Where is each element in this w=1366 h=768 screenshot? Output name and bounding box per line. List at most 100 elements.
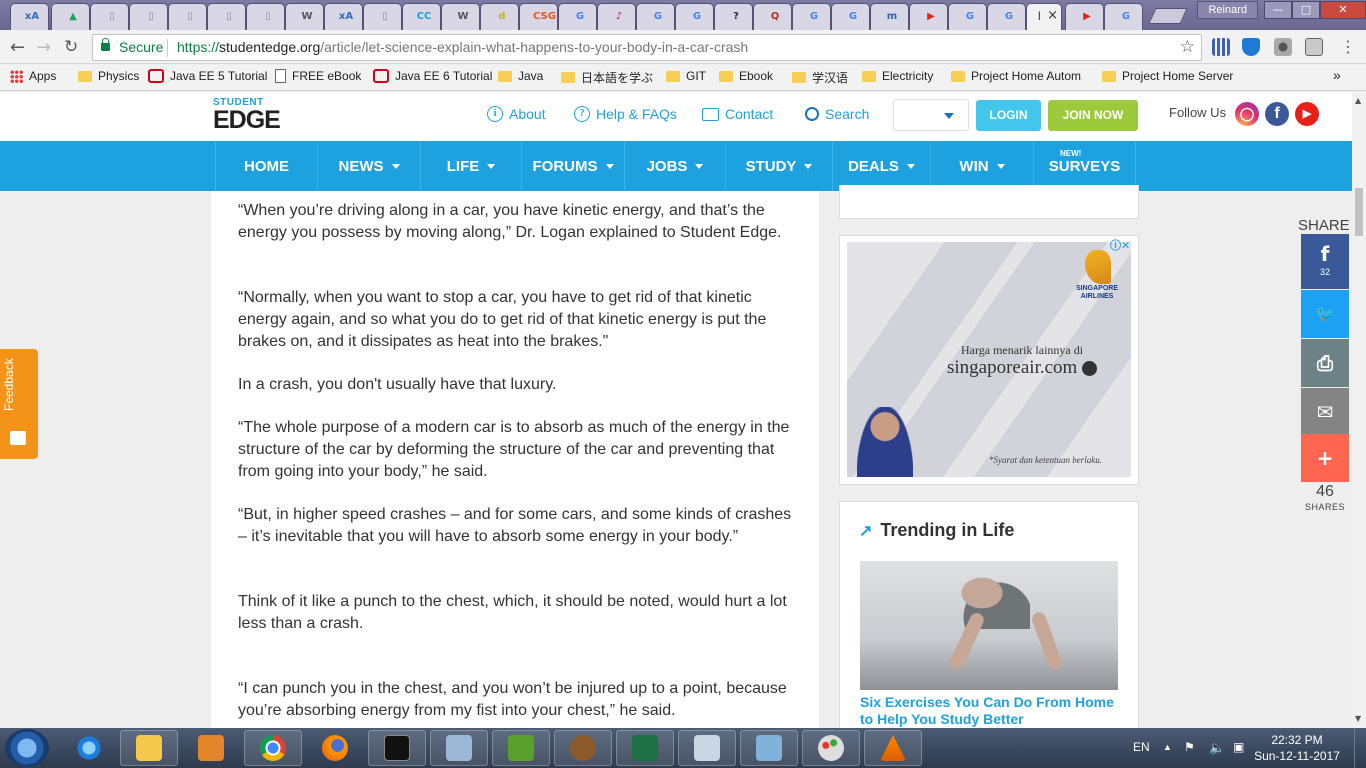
bookmark-item[interactable]: GIT — [666, 69, 706, 83]
browser-tab[interactable]: G — [675, 3, 714, 30]
browser-tab[interactable]: m — [870, 3, 909, 30]
taskbar-chrome[interactable] — [244, 730, 302, 766]
browser-tab[interactable]: W — [285, 3, 324, 30]
browser-tab[interactable]: ▲ — [51, 3, 90, 30]
show-hidden-icons[interactable]: ▲ — [1163, 742, 1172, 752]
contact-link[interactable]: Contact — [702, 106, 773, 122]
youtube-icon[interactable]: ▶ — [1295, 102, 1319, 126]
taskbar-editor[interactable] — [492, 730, 550, 766]
facebook-follow-icon[interactable]: f — [1265, 102, 1289, 126]
taskbar-vlc[interactable] — [864, 730, 922, 766]
browser-tab[interactable]: G — [948, 3, 987, 30]
bookmark-item[interactable]: Project Home Autom — [951, 69, 1081, 83]
browser-tab[interactable]: G — [558, 3, 597, 30]
nav-item-study[interactable]: STUDY — [725, 141, 832, 191]
taskbar-notes[interactable] — [740, 730, 798, 766]
address-bar[interactable]: Secure https://studentedge.org/article/l… — [92, 34, 1202, 61]
bookmark-item[interactable]: Apps — [10, 69, 56, 83]
email-share-button[interactable]: ✉ — [1301, 388, 1349, 436]
taskbar-terminal[interactable] — [368, 730, 426, 766]
bookmark-item[interactable]: Java EE 5 Tutorial — [148, 69, 267, 83]
taskbar-paint[interactable] — [802, 730, 860, 766]
about-link[interactable]: i About — [487, 106, 546, 122]
browser-tab[interactable]: G — [831, 3, 870, 30]
nav-item-win[interactable]: WIN — [930, 141, 1033, 191]
browser-tab[interactable]: ▯ — [129, 3, 168, 30]
network-icon[interactable]: ▣ — [1233, 740, 1244, 754]
nav-item-deals[interactable]: DEALS — [832, 141, 930, 191]
browser-tab[interactable]: ▯ — [168, 3, 207, 30]
url-text[interactable]: https://studentedge.org/article/let-scie… — [177, 39, 748, 55]
nav-item-home[interactable]: HOME — [215, 141, 317, 191]
close-tab-icon[interactable]: × — [1047, 8, 1058, 23]
bookmark-item[interactable]: Electricity — [862, 69, 933, 83]
browser-tab[interactable]: G — [1104, 3, 1143, 30]
profile-button[interactable]: Reinard — [1197, 1, 1258, 19]
browser-tab[interactable]: ▯ — [363, 3, 402, 30]
nav-item-surveys[interactable]: SURVEYS NEW! — [1033, 141, 1136, 191]
taskbar-java-ide[interactable] — [554, 730, 612, 766]
taskbar-ie[interactable] — [60, 730, 118, 766]
action-center-icon[interactable]: ⚑ — [1184, 740, 1195, 754]
bookmark-item[interactable]: 学汉语 — [792, 69, 848, 86]
scroll-thumb[interactable] — [1355, 188, 1363, 236]
trending-article-link[interactable]: Six Exercises You Can Do From Home to He… — [860, 694, 1118, 728]
search-link[interactable]: Search — [805, 106, 869, 122]
bookmark-item[interactable]: Physics — [78, 69, 139, 83]
browser-tab[interactable]: ♪ — [597, 3, 636, 30]
browser-tab[interactable]: xA — [10, 3, 49, 30]
reader-extension-icon[interactable] — [1305, 38, 1323, 56]
bookmark-star-icon[interactable]: ☆ — [1180, 37, 1195, 57]
bookmark-item[interactable]: Java — [498, 69, 543, 83]
show-desktop-button[interactable] — [1354, 728, 1366, 768]
bookmark-item[interactable]: Java EE 6 Tutorial — [373, 69, 492, 83]
browser-tab[interactable]: Q — [753, 3, 792, 30]
bookmark-item[interactable]: 日本語を学ぶ — [561, 69, 653, 86]
bookmark-item[interactable]: FREE eBook — [275, 69, 361, 83]
browser-tab-active[interactable]: l × — [1026, 3, 1062, 30]
nav-item-life[interactable]: LIFE — [420, 141, 521, 191]
nav-item-jobs[interactable]: JOBS — [624, 141, 725, 191]
browser-tab[interactable]: ▯ — [207, 3, 246, 30]
start-button[interactable] — [5, 729, 49, 767]
browser-tab[interactable]: d — [480, 3, 519, 30]
scroll-up-icon[interactable]: ▲ — [1355, 96, 1361, 105]
facebook-share-button[interactable]: f 32 — [1301, 234, 1349, 289]
close-window-button[interactable]: ✕ — [1320, 1, 1366, 19]
browser-tab[interactable]: ▯ — [90, 3, 129, 30]
browser-tab[interactable]: xA — [324, 3, 363, 30]
taskbar-keyboard[interactable] — [430, 730, 488, 766]
browser-tab[interactable]: CC — [402, 3, 441, 30]
adchoices-icon[interactable]: ⓘ✕ — [1110, 237, 1130, 253]
taskbar-firefox[interactable] — [306, 730, 364, 766]
menu-icon[interactable]: ⋮ — [1340, 37, 1356, 56]
feedback-tab[interactable]: Feedback — [0, 349, 38, 459]
shield-extension-icon[interactable] — [1242, 38, 1260, 56]
minimize-button[interactable]: — — [1264, 1, 1292, 19]
instagram-icon[interactable]: ◯ — [1235, 102, 1259, 126]
new-tab-button[interactable] — [1148, 8, 1188, 24]
forward-icon[interactable]: → — [36, 37, 51, 58]
maximize-button[interactable]: □ — [1292, 1, 1320, 19]
site-logo[interactable]: EDGE — [213, 106, 281, 135]
reload-icon[interactable]: ↻ — [64, 37, 78, 57]
nav-item-forums[interactable]: FORUMS — [521, 141, 624, 191]
browser-tab[interactable]: ? — [714, 3, 753, 30]
trending-image[interactable] — [860, 561, 1118, 690]
join-now-button[interactable]: JOIN NOW — [1048, 100, 1138, 131]
system-clock[interactable]: 22:32 PM Sun-12-11-2017 — [1254, 732, 1340, 764]
more-share-button[interactable]: + — [1301, 434, 1349, 482]
language-select[interactable] — [893, 99, 969, 131]
browser-tab[interactable]: ▶ — [1065, 3, 1104, 30]
globe-extension-icon[interactable] — [1274, 38, 1292, 56]
help-link[interactable]: ? Help & FAQs — [574, 106, 677, 122]
nav-item-news[interactable]: NEWS — [317, 141, 420, 191]
browser-tab[interactable]: G — [987, 3, 1026, 30]
taskbar-calculator[interactable] — [678, 730, 736, 766]
browser-tab[interactable]: W — [441, 3, 480, 30]
bookmarks-overflow[interactable]: » — [1333, 67, 1341, 83]
taskbar-excel[interactable] — [616, 730, 674, 766]
advertisement[interactable]: SINGAPORE AIRLINES Harga menarik lainnya … — [847, 242, 1131, 477]
browser-tab[interactable]: G — [636, 3, 675, 30]
bookmark-item[interactable]: Ebook — [719, 69, 773, 83]
